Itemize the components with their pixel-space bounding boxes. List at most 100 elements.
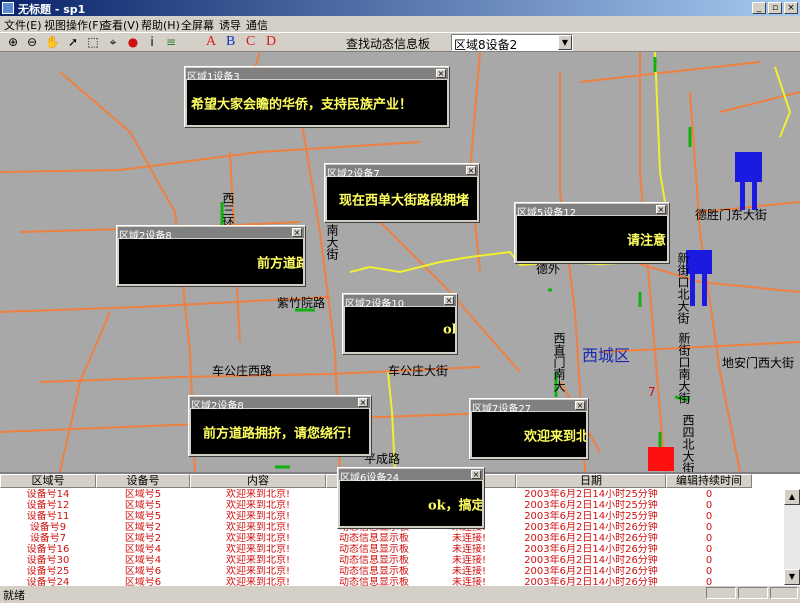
popup-message: 前方道路 bbox=[257, 256, 303, 271]
table-cell: 欢迎来到北京! bbox=[225, 500, 290, 511]
menu-view-operations[interactable]: 视图操作(F) bbox=[44, 17, 103, 33]
table-row[interactable]: 设备号25 区域号6 欢迎来到北京! 动态信息显示板 未连接! 2003年6月2日14小时… bbox=[0, 566, 784, 577]
table-cell: 区域号4 bbox=[124, 555, 162, 566]
close-icon[interactable]: × bbox=[444, 296, 454, 305]
menu-file[interactable]: 文件(E) bbox=[4, 17, 42, 33]
popup-message: ok bbox=[443, 322, 455, 337]
alert-icon[interactable]: ● bbox=[126, 35, 140, 49]
message-popup[interactable]: 区域2设备8 × 前方道路拥挤，请您绕行！ bbox=[188, 395, 372, 457]
table-cell: 0 bbox=[705, 566, 713, 577]
table-cell: 未连接! bbox=[451, 544, 486, 555]
table-cell: 0 bbox=[705, 577, 713, 586]
table-row[interactable]: 设备号30 区域号4 欢迎来到北京! 动态信息显示板 未连接! 2003年6月2日14小时… bbox=[0, 555, 784, 566]
close-button[interactable]: × bbox=[784, 2, 798, 14]
close-icon[interactable]: × bbox=[471, 470, 481, 479]
letter-c-button[interactable]: C bbox=[246, 34, 255, 50]
query-pointer-icon[interactable]: ⌖ bbox=[106, 35, 120, 49]
message-popup[interactable]: 区域2设备10 × ok bbox=[342, 293, 458, 355]
close-icon[interactable]: × bbox=[358, 398, 368, 407]
zoom-out-icon[interactable]: ⊖ bbox=[25, 35, 39, 49]
table-cell: 设备号9 bbox=[29, 522, 67, 533]
column-header[interactable]: 日期 bbox=[516, 474, 666, 488]
table-cell: 2003年6月2日14小时26分钟 bbox=[524, 566, 658, 577]
popup-message: 前方道路拥挤，请您绕行！ bbox=[203, 426, 360, 441]
table-cell: 2003年6月2日14小时26分钟 bbox=[524, 522, 658, 533]
close-icon[interactable]: × bbox=[575, 401, 585, 410]
table-cell: 欢迎来到北京! bbox=[225, 555, 290, 566]
letter-d-button[interactable]: D bbox=[266, 34, 276, 50]
chevron-down-icon[interactable]: ▼ bbox=[558, 35, 572, 50]
column-header[interactable]: 设备号 bbox=[96, 474, 190, 488]
close-icon[interactable]: × bbox=[466, 166, 476, 175]
maximize-button[interactable]: ▫ bbox=[768, 2, 782, 14]
close-icon[interactable]: × bbox=[656, 205, 666, 214]
table-cell: 设备号24 bbox=[26, 577, 70, 586]
column-header[interactable]: 内容 bbox=[190, 474, 326, 488]
letter-b-button[interactable]: B bbox=[226, 34, 235, 50]
table-cell: 0 bbox=[705, 544, 713, 555]
close-icon[interactable]: × bbox=[292, 228, 302, 237]
traffic-sign-red bbox=[648, 447, 674, 471]
popup-message: 现在西单大街路段拥堵 bbox=[339, 193, 470, 208]
table-row[interactable]: 设备号7 区域号2 欢迎来到北京! 动态信息显示板 未连接! 2003年6月2日14小时2… bbox=[0, 533, 784, 544]
popup-display: ok bbox=[345, 307, 455, 352]
layers-icon[interactable]: ≡ bbox=[164, 35, 178, 49]
road-label: 车公庄西路 bbox=[212, 364, 273, 378]
table-cell: 区域号4 bbox=[124, 544, 162, 555]
table-cell: 未连接! bbox=[451, 577, 486, 586]
menu-fullscreen[interactable]: 全屏幕 bbox=[181, 17, 214, 33]
table-cell: 欢迎来到北京! bbox=[225, 577, 290, 586]
message-popup[interactable]: 区域1设备3 × 希望大家会瞻的华侨，支持民族产业！ bbox=[184, 66, 450, 128]
popup-display: 欢迎来到北 bbox=[472, 412, 586, 457]
table-cell: 区域号5 bbox=[124, 489, 162, 500]
toolbar: ⊕ ⊖ ✋ ➚ ⬚ ⌖ ● i ≡ A B C D 查找动态信息板 区域8设备2… bbox=[0, 32, 800, 52]
table-cell: 区域号6 bbox=[124, 566, 162, 577]
table-cell: 0 bbox=[705, 555, 713, 566]
road-label: 西四北大街 bbox=[681, 414, 695, 472]
popup-message: 请注意 bbox=[627, 233, 667, 248]
menu-view[interactable]: 查看(V) bbox=[101, 17, 139, 33]
column-header[interactable]: 编辑持续时间 bbox=[666, 474, 752, 488]
message-popup[interactable]: 区域5设备12 × 请注意 bbox=[514, 202, 670, 264]
column-header[interactable]: 区域号 bbox=[0, 474, 96, 488]
table-row[interactable]: 设备号16 区域号4 欢迎来到北京! 动态信息显示板 未连接! 2003年6月2日14小时… bbox=[0, 544, 784, 555]
select-pointer-icon[interactable]: ⬚ bbox=[86, 35, 100, 49]
arrow-pointer-icon[interactable]: ➚ bbox=[66, 35, 80, 49]
hand-pan-icon[interactable]: ✋ bbox=[45, 35, 60, 49]
table-cell: 2003年6月2日14小时25分钟 bbox=[524, 500, 658, 511]
menu-guidance[interactable]: 诱导 bbox=[219, 17, 241, 33]
message-popup[interactable]: 区域2设备7 × 现在西单大街路段拥堵 bbox=[324, 163, 480, 223]
close-icon[interactable]: × bbox=[436, 69, 446, 78]
minimize-button[interactable]: _ bbox=[752, 2, 766, 14]
road-label: 紫竹院路 bbox=[277, 296, 326, 310]
district-label: 西城区 bbox=[582, 346, 631, 365]
zoom-in-icon[interactable]: ⊕ bbox=[6, 35, 20, 49]
road-label: 地安门西大街 bbox=[722, 356, 795, 370]
table-cell: 0 bbox=[705, 500, 713, 511]
table-cell: 区域号2 bbox=[124, 533, 162, 544]
table-cell: 0 bbox=[705, 511, 713, 522]
scroll-down-icon[interactable]: ▼ bbox=[784, 569, 800, 585]
message-popup[interactable]: 区域7设备27 × 欢迎来到北 bbox=[469, 398, 589, 460]
table-cell: 区域号5 bbox=[124, 511, 162, 522]
table-cell: 区域号6 bbox=[124, 577, 162, 586]
table-cell: 2003年6月2日14小时25分钟 bbox=[524, 511, 658, 522]
letter-a-button[interactable]: A bbox=[206, 34, 216, 50]
map-canvas[interactable]: 德胜门东大街 新街口北大街 地安门西大街 新街口南大街 西四北大街 车公庄西路 … bbox=[0, 52, 800, 472]
popup-display: 前方道路 bbox=[119, 239, 303, 284]
scroll-up-icon[interactable]: ▲ bbox=[784, 489, 800, 505]
message-popup[interactable]: 区域6设备24 × ok，搞定了 bbox=[337, 467, 485, 529]
table-cell: 欢迎来到北京! bbox=[225, 544, 290, 555]
table-scrollbar[interactable]: ▲ ▼ bbox=[784, 489, 800, 585]
popup-message: ok，搞定了 bbox=[428, 498, 482, 513]
info-icon[interactable]: i bbox=[145, 35, 159, 49]
table-cell: 2003年6月2日14小时26分钟 bbox=[524, 533, 658, 544]
menu-communication[interactable]: 通信 bbox=[246, 17, 268, 33]
status-bar: 就绪 bbox=[0, 586, 800, 602]
message-popup[interactable]: 区域2设备8 × 前方道路 bbox=[116, 225, 306, 287]
area-device-select[interactable]: 区域8设备2 ▼ bbox=[451, 34, 573, 52]
table-cell: 设备号7 bbox=[29, 533, 67, 544]
table-row[interactable]: 设备号24 区域号6 欢迎来到北京! 动态信息显示板 未连接! 2003年6月2日14小时… bbox=[0, 577, 784, 586]
menu-help[interactable]: 帮助(H) bbox=[141, 17, 180, 33]
table-cell: 设备号16 bbox=[26, 544, 70, 555]
